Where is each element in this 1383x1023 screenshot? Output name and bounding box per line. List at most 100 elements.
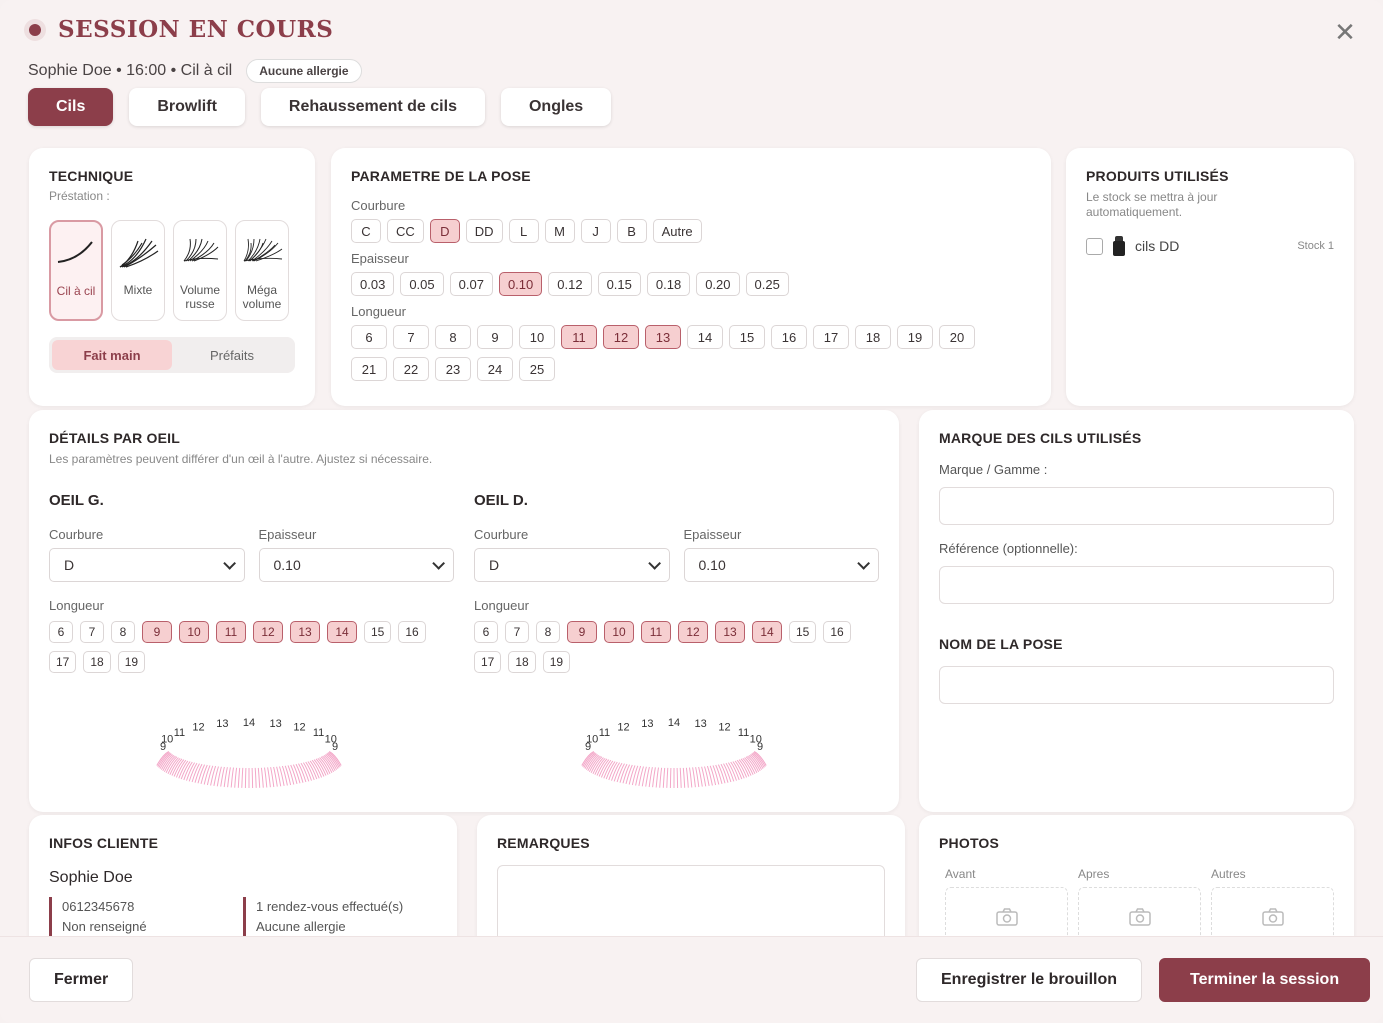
- chip-option[interactable]: L: [508, 219, 539, 243]
- select-value: 0.10: [273, 557, 301, 573]
- reference-input[interactable]: [939, 566, 1334, 604]
- chip-option[interactable]: Autre: [652, 219, 702, 243]
- save-draft-button[interactable]: Enregistrer le brouillon: [916, 958, 1143, 1002]
- pose-params-card: PARAMETRE DE LA POSE Courbure C CC D DD L M J B…: [331, 148, 1051, 406]
- camera-icon: [995, 908, 1018, 926]
- lash-stroke: [655, 767, 659, 788]
- chip-option[interactable]: 17: [474, 651, 502, 673]
- chip-option[interactable]: 18: [83, 651, 111, 673]
- close-button[interactable]: Fermer: [29, 958, 134, 1002]
- technique-volume-russe[interactable]: Volume russe: [173, 220, 227, 321]
- chip-option[interactable]: J: [580, 219, 611, 243]
- chip-option[interactable]: 13: [715, 621, 745, 643]
- eye-right-epaisseur-select[interactable]: 0.10: [683, 548, 879, 582]
- technique-mixte[interactable]: Mixte: [111, 220, 165, 321]
- chip-option[interactable]: 16: [771, 325, 807, 349]
- marque-input[interactable]: [939, 487, 1334, 525]
- chip-option[interactable]: 7: [80, 621, 104, 643]
- chip-option[interactable]: 19: [117, 651, 146, 673]
- chip-option[interactable]: 0.03: [351, 272, 395, 296]
- chip-option[interactable]: 16: [398, 621, 426, 643]
- chip-option[interactable]: 22: [393, 357, 429, 381]
- chip-option[interactable]: 7: [505, 621, 529, 643]
- chip-option[interactable]: 25: [519, 357, 555, 381]
- chip-option[interactable]: 15: [729, 325, 765, 349]
- chip-option[interactable]: 21: [351, 357, 387, 381]
- chip-option[interactable]: 7: [393, 325, 429, 349]
- chip-option[interactable]: 12: [253, 621, 283, 643]
- chip-option[interactable]: B: [616, 219, 647, 243]
- chip-option[interactable]: 16: [823, 621, 851, 643]
- chip-option[interactable]: DD: [465, 219, 503, 243]
- chip-option[interactable]: 8: [536, 621, 560, 643]
- allergy-badge: Aucune allergie: [246, 59, 362, 83]
- remarques-textarea[interactable]: [497, 865, 885, 945]
- chip-option[interactable]: 18: [508, 651, 536, 673]
- chip-option[interactable]: 0.18: [646, 272, 691, 296]
- technique-mega-volume[interactable]: Méga volume: [235, 220, 289, 321]
- chip-option[interactable]: 10: [179, 621, 209, 643]
- lash-length-label: 11: [174, 727, 185, 739]
- chip-option[interactable]: 11: [561, 325, 597, 349]
- eye-left-courbure-select[interactable]: D: [49, 548, 245, 582]
- lash-stroke: [679, 767, 682, 788]
- chip-option[interactable]: 20: [939, 325, 975, 349]
- chip-option[interactable]: 13: [290, 621, 320, 643]
- chip-option[interactable]: 14: [687, 325, 723, 349]
- lash-length-label: 12: [617, 722, 629, 734]
- chip-option[interactable]: 0.10: [498, 272, 543, 296]
- chip-option[interactable]: 15: [364, 621, 392, 643]
- close-icon[interactable]: ✕: [1331, 18, 1359, 46]
- lash-stroke: [254, 767, 257, 788]
- tab-cils[interactable]: Cils: [28, 88, 114, 126]
- chip-option[interactable]: 6: [49, 621, 73, 643]
- eye-right-courbure-select[interactable]: D: [474, 548, 670, 582]
- eye-left-epaisseur-select[interactable]: 0.10: [258, 548, 454, 582]
- technique-cil-a-cil[interactable]: Cil à cil: [49, 220, 103, 321]
- chip-option[interactable]: 9: [567, 621, 597, 643]
- chip-option[interactable]: CC: [387, 219, 424, 243]
- chip-option[interactable]: 15: [789, 621, 817, 643]
- chip-option[interactable]: 6: [474, 621, 498, 643]
- chip-option[interactable]: 18: [855, 325, 891, 349]
- chip-option[interactable]: 10: [519, 325, 555, 349]
- chip-option[interactable]: 9: [142, 621, 172, 643]
- chip-option[interactable]: 23: [435, 357, 471, 381]
- chip-option[interactable]: 9: [477, 325, 513, 349]
- chip-option[interactable]: 17: [813, 325, 849, 349]
- tab-ongles[interactable]: Ongles: [500, 88, 612, 126]
- tab-browlift[interactable]: Browlift: [129, 88, 245, 126]
- chip-option[interactable]: 0.12: [548, 272, 592, 296]
- product-checkbox[interactable]: [1086, 237, 1103, 255]
- tab-rehaussement[interactable]: Rehaussement de cils: [260, 88, 485, 126]
- chip-option[interactable]: 10: [604, 621, 634, 643]
- finish-session-button[interactable]: Terminer la session: [1159, 958, 1371, 1002]
- chip-option[interactable]: 14: [752, 621, 782, 643]
- chip-option[interactable]: 0.15: [597, 272, 641, 296]
- chip-option[interactable]: 13: [645, 325, 681, 349]
- chip-option[interactable]: 8: [435, 325, 471, 349]
- chip-option[interactable]: 0.05: [400, 272, 444, 296]
- nom-pose-input[interactable]: [939, 666, 1334, 704]
- chip-option[interactable]: 12: [603, 325, 639, 349]
- chip-option[interactable]: 6: [351, 325, 387, 349]
- session-subtitle: Sophie Doe • 16:00 • Cil à cil: [28, 62, 233, 79]
- chip-option[interactable]: 0.20: [696, 272, 740, 296]
- fait-main-option[interactable]: Fait main: [52, 340, 172, 370]
- chip-option[interactable]: 14: [327, 621, 357, 643]
- chip-option[interactable]: 11: [216, 621, 246, 643]
- chip-option[interactable]: 8: [111, 621, 135, 643]
- prefaits-option[interactable]: Préfaits: [172, 340, 292, 370]
- chip-option[interactable]: 0.07: [449, 272, 493, 296]
- session-modal: SESSION EN COURS ✕ Sophie Doe • 16:00 • …: [0, 0, 1383, 1023]
- chip-option[interactable]: D: [429, 219, 460, 243]
- chip-option[interactable]: C: [351, 219, 381, 243]
- chip-option[interactable]: 24: [477, 357, 513, 381]
- chip-option[interactable]: 19: [542, 651, 571, 673]
- chip-option[interactable]: 0.25: [745, 272, 789, 296]
- chip-option[interactable]: 17: [49, 651, 77, 673]
- chip-option[interactable]: 11: [641, 621, 671, 643]
- chip-option[interactable]: 19: [897, 325, 933, 349]
- chip-option[interactable]: M: [544, 219, 575, 243]
- chip-option[interactable]: 12: [678, 621, 708, 643]
